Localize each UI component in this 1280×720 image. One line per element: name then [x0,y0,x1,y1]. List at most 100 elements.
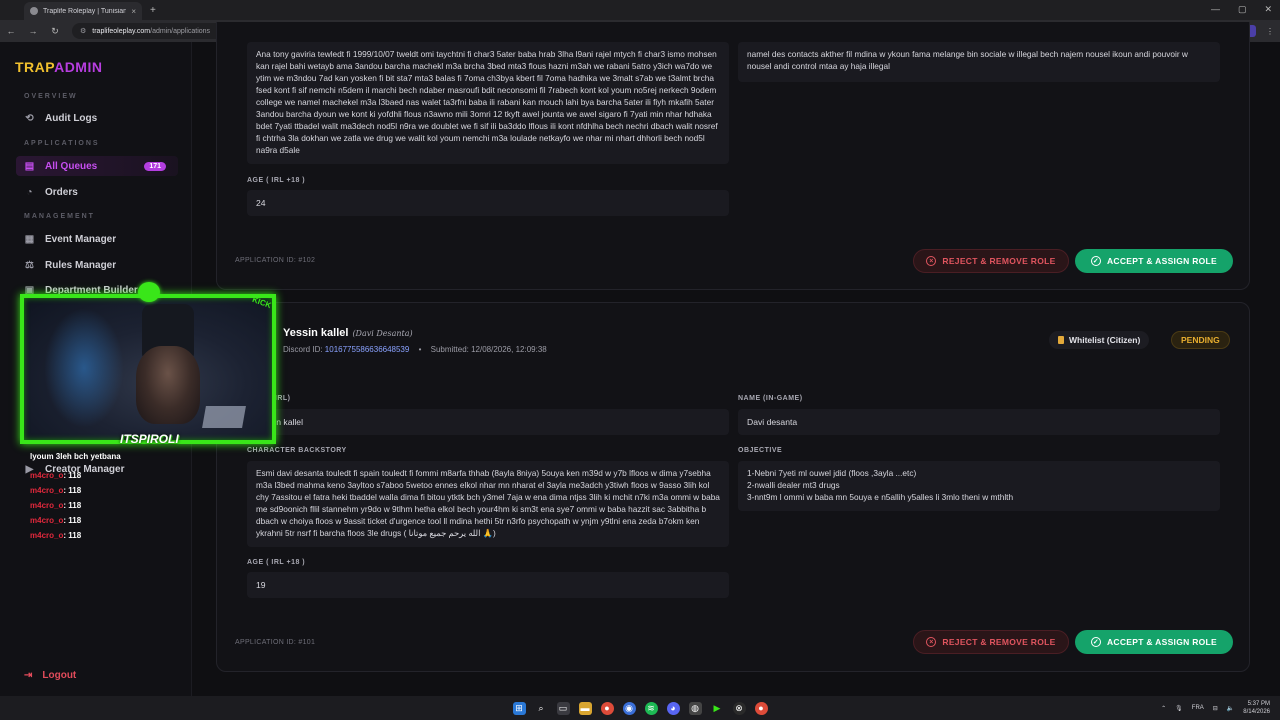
spotify-icon[interactable]: ≋ [644,701,658,715]
chat-message: m4cro_o: 118 [30,471,82,480]
chrome-alt-icon[interactable]: ● [754,701,768,715]
discord-id[interactable]: 1016775586636648539 [325,345,410,354]
kick-icon[interactable]: ▶ [711,702,724,715]
objective-label: OBJECTIVE [738,447,783,454]
chat-message: lyoum 3leh bch yetbana [30,452,121,461]
back-icon[interactable]: ← [6,26,16,36]
reject-remove-role-button[interactable]: × REJECT & REMOVE ROLE [913,630,1069,654]
check-circle-icon: ✓ [1090,256,1101,266]
new-tab-button[interactable]: + [150,5,156,16]
mic-icon[interactable]: 🎙 [1175,705,1183,712]
logout-button[interactable]: ⇥ Logout [24,670,76,681]
os-taskbar: ⊞ ⌕ ▭ ▬ ● ◉ ≋ ◕ ◍ ▶ ⊗ ● ⌃ 🎙 FRA ⊟ 🔈 5:37… [0,696,1280,720]
tag-icon: ◔ [26,186,33,198]
file-explorer-icon[interactable]: ▬ [578,701,592,715]
chat-message: m4cro_o: 118 [30,531,82,540]
submitted-date: Submitted: 12/08/2026, 12:09:38 [430,345,547,354]
chat-message: m4cro_o: 118 [30,486,82,495]
reload-icon[interactable]: ↻ [50,26,60,37]
name-irl-value: Yessin kallel [247,409,729,435]
browser-tab[interactable]: Traplife Roleplay | Tunisian GTA × [24,2,142,20]
chrome-icon[interactable]: ● [600,701,614,715]
section-applications: APPLICATIONS [24,140,100,147]
x-circle-icon: × [926,256,937,266]
minimize-icon[interactable]: — [1211,4,1220,15]
network-icon[interactable]: ⊟ [1213,705,1218,712]
application-id: APPLICATION ID: #102 [235,257,316,264]
close-window-icon[interactable]: ✕ [1264,4,1272,15]
site-favicon-icon [30,7,38,15]
name-game-label: NAME (IN-GAME) [738,395,803,402]
browser-tab-strip: Traplife Roleplay | Tunisian GTA × + — ▢… [0,0,1280,20]
backstory-box: Esmi davi desanta touledt fi spain toule… [247,461,729,547]
tray-arrow-icon[interactable]: ⌃ [1161,705,1166,712]
streamer-name: ITSPIROLI [120,432,179,446]
objective-line: 2-nwalli dealer mt3 drugs [747,480,840,490]
section-overview: OVERVIEW [24,93,78,100]
objective-box: 1-Nebni 7yeti ml ouwel jdid (floos ,3ayl… [738,461,1220,511]
application-type-tag: Whitelist (Citizen) [1049,331,1150,349]
start-icon[interactable]: ⊞ [512,701,526,715]
history-icon: ⟲ [25,112,34,124]
applications-list: Ana tony gaviria tewledt fi 1999/10/07 t… [216,22,1250,696]
menu-dots-icon[interactable]: ⋮ [1266,27,1274,36]
maximize-icon[interactable]: ▢ [1238,4,1247,15]
webcam-frame [20,294,276,444]
chat-message: m4cro_o: 118 [30,501,82,510]
applicant-name: Yessin kallel (Davi Desanta) [283,327,413,339]
name-game-value: Davi desanta [738,409,1220,435]
streamer [136,346,200,424]
volume-icon[interactable]: 🔈 [1227,705,1234,712]
scale-icon: ⚖ [25,259,34,271]
site-info-icon[interactable]: ⚙ [80,27,86,35]
clock[interactable]: 5:37 PM 8/14/2026 [1243,700,1270,716]
objective-box: namel des contacts akther fil mdina w yk… [738,42,1220,82]
calendar-icon: ▦ [24,233,35,245]
reject-remove-role-button[interactable]: × REJECT & REMOVE ROLE [913,249,1069,273]
sidebar-item-rules-manager[interactable]: ⚖ Rules Manager [16,255,178,275]
task-view-icon[interactable]: ▭ [556,701,570,715]
age-value: 19 [247,572,729,598]
window-controls: — ▢ ✕ [1211,4,1272,15]
objective-line: 3-nnt9m l ommi w baba mn 5ouya e n5allih… [747,492,1014,502]
tab-close-icon[interactable]: × [131,7,136,16]
webcam-overlay: KICK ITSPIROLI [16,282,280,452]
accept-assign-role-button[interactable]: ✓ ACCEPT & ASSIGN ROLE [1075,249,1233,273]
document-icon: ▤ [24,160,35,172]
discord-icon[interactable]: ◕ [666,701,680,715]
roleplay-name: (Davi Desanta) [352,329,413,338]
language-indicator[interactable]: FRA [1192,705,1204,711]
sidebar-item-event-manager[interactable]: ▦ Event Manager [16,229,178,249]
sidebar-item-all-queues[interactable]: ▤ All Queues 171 [16,156,178,176]
chat-message: m4cro_o: 118 [30,516,82,525]
search-icon[interactable]: ⌕ [535,702,548,715]
url-host: traplifeoleplay.com [92,27,151,35]
application-card: Yessin kallel (Davi Desanta) Discord ID: … [216,302,1250,672]
sidebar-item-label: Audit Logs [45,112,98,124]
brand-logo[interactable]: TRAPADMIN [15,59,102,75]
application-id: APPLICATION ID: #101 [235,639,316,646]
forward-icon[interactable]: → [28,26,38,36]
xbox-icon[interactable]: ⊗ [732,701,746,715]
section-management: MANAGEMENT [24,213,95,220]
sidebar-item-orders[interactable]: ◔ Orders [16,182,178,202]
accept-assign-role-button[interactable]: ✓ ACCEPT & ASSIGN ROLE [1075,630,1233,654]
application-card: Ana tony gaviria tewledt fi 1999/10/07 t… [216,22,1250,290]
mascot-icon [138,282,160,302]
sidebar-item-audit-logs[interactable]: ⟲ Audit Logs [16,108,178,128]
scroll-icon [1058,336,1064,344]
sidebar-item-label: Orders [45,186,78,198]
logout-label: Logout [42,670,77,681]
age-label: AGE ( IRL +18 ) [247,559,306,566]
x-circle-icon: × [926,637,937,647]
status-badge: PENDING [1171,331,1230,349]
keyboard [202,406,246,428]
queue-count-badge: 171 [144,161,166,171]
backstory-box: Ana tony gaviria tewledt fi 1999/10/07 t… [247,42,729,164]
url-path: /admin/applications [150,27,211,35]
steam-icon[interactable]: ◍ [688,701,702,715]
sidebar-item-label: Rules Manager [45,259,117,271]
browser-icon[interactable]: ◉ [622,701,636,715]
sidebar-item-label: All Queues [45,160,98,172]
objective-line: 1-Nebni 7yeti ml ouwel jdid (floos ,3ayl… [747,468,917,478]
